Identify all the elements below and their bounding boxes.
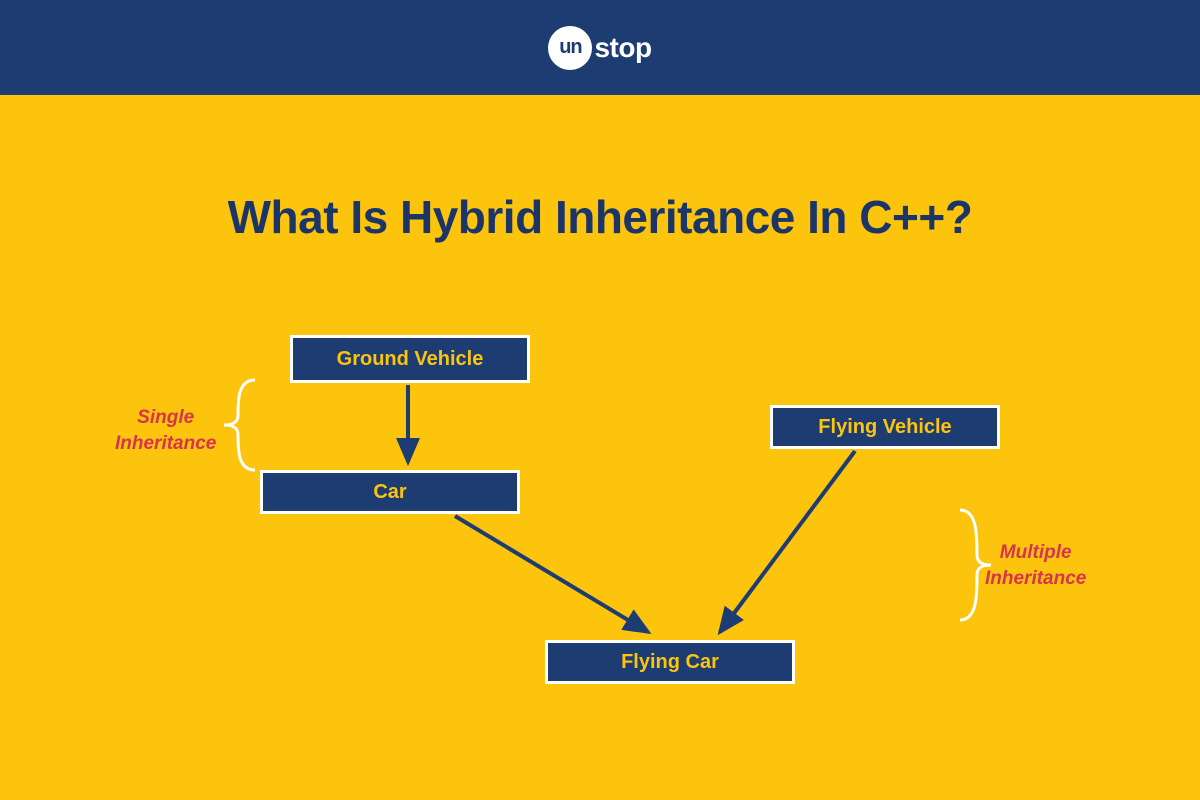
logo-rest-text: stop [594,32,651,64]
logo-circle-icon: un [548,26,592,70]
annotation-multiple-text: Multiple Inheritance [985,542,1086,589]
arrow-flyingvehicle-to-flyingcar [720,451,855,632]
logo-circle-text: un [559,36,581,59]
arrow-car-to-flyingcar [455,516,648,632]
brace-left-icon [224,380,255,470]
header-bar: un stop [0,0,1200,95]
brand-logo: un stop [548,26,651,70]
node-flying-vehicle: Flying Vehicle [770,405,1000,449]
annotation-single-text: Single Inheritance [115,407,216,454]
node-ground-vehicle: Ground Vehicle [290,335,530,383]
node-flying-car-label: Flying Car [621,651,719,674]
node-car: Car [260,470,520,514]
node-car-label: Car [373,481,406,504]
annotation-single-inheritance: Single Inheritance [115,405,216,456]
annotation-multiple-inheritance: Multiple Inheritance [985,540,1086,591]
node-flying-car: Flying Car [545,640,795,684]
diagram-page: un stop What Is Hybrid Inheritance In C+… [0,0,1200,800]
node-flying-vehicle-label: Flying Vehicle [818,416,951,439]
node-ground-vehicle-label: Ground Vehicle [337,348,484,371]
page-title: What Is Hybrid Inheritance In C++? [0,190,1200,244]
